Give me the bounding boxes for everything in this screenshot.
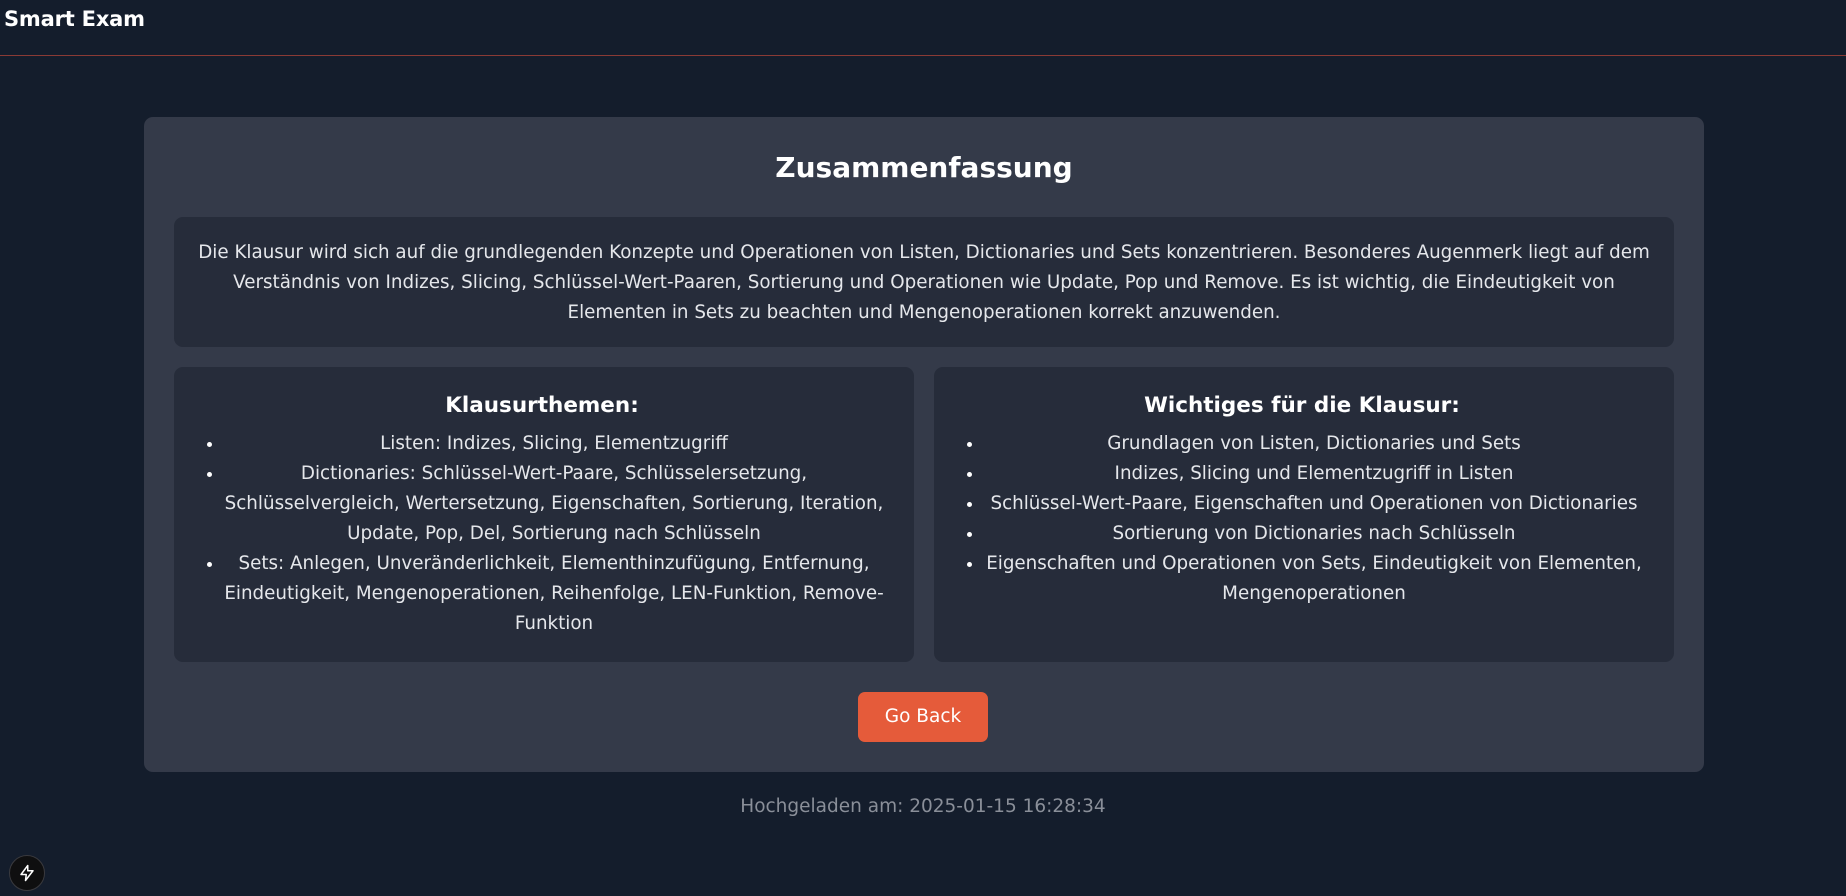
summary-text: Die Klausur wird sich auf die grundlegen… [174, 217, 1674, 347]
list-item: Sortierung von Dictionaries nach Schlüss… [984, 519, 1644, 549]
list-item: Indizes, Slicing und Elementzugriff in L… [984, 459, 1644, 489]
page-title: Zusammenfassung [775, 151, 1073, 184]
app-title[interactable]: Smart Exam [4, 7, 145, 31]
lightning-bolt-icon [20, 864, 34, 882]
important-list: Grundlagen von Listen, Dictionaries und … [960, 429, 1644, 609]
dev-indicator-button[interactable] [9, 855, 45, 891]
summary-card: Zusammenfassung Die Klausur wird sich au… [144, 117, 1704, 772]
upload-timestamp: Hochgeladen am: 2025-01-15 16:28:34 [740, 796, 1106, 817]
exam-topics-list: Listen: Indizes, Slicing, Elementzugriff… [200, 429, 884, 639]
list-item: Listen: Indizes, Slicing, Elementzugriff [224, 429, 884, 459]
list-item: Schlüssel-Wert-Paare, Eigenschaften und … [984, 489, 1644, 519]
exam-topics-heading: Klausurthemen: [445, 393, 639, 418]
top-bar: Smart Exam [0, 0, 1846, 56]
exam-topics-panel: Klausurthemen: Listen: Indizes, Slicing,… [174, 367, 914, 662]
list-item: Grundlagen von Listen, Dictionaries und … [984, 429, 1644, 459]
list-item: Eigenschaften und Operationen von Sets, … [984, 549, 1644, 609]
important-panel: Wichtiges für die Klausur: Grundlagen vo… [934, 367, 1674, 662]
list-item: Sets: Anlegen, Unveränderlichkeit, Eleme… [224, 549, 884, 639]
important-heading: Wichtiges für die Klausur: [1144, 393, 1460, 418]
go-back-button[interactable]: Go Back [858, 692, 988, 742]
list-item: Dictionaries: Schlüssel-Wert-Paare, Schl… [224, 459, 884, 549]
